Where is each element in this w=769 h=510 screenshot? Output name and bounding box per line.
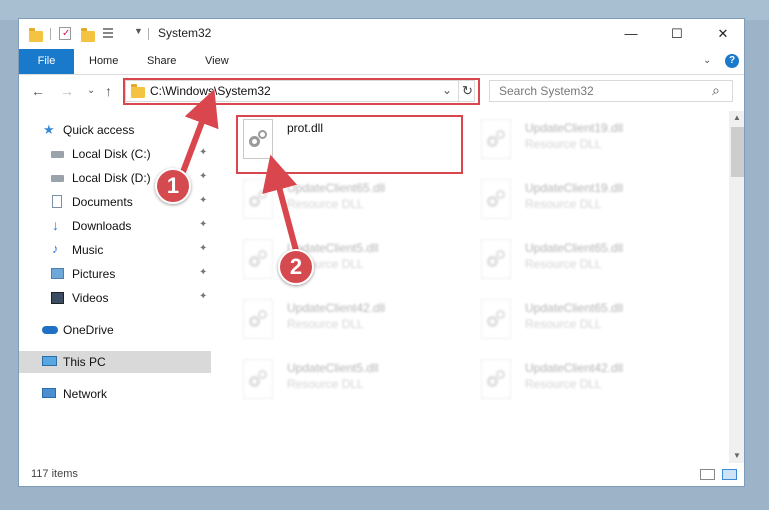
step-1-badge: 1 xyxy=(155,168,191,204)
arrow-2 xyxy=(262,154,301,259)
annotation-arrows xyxy=(180,89,301,259)
step-2-badge: 2 xyxy=(278,249,314,285)
arrow-1 xyxy=(180,89,219,174)
